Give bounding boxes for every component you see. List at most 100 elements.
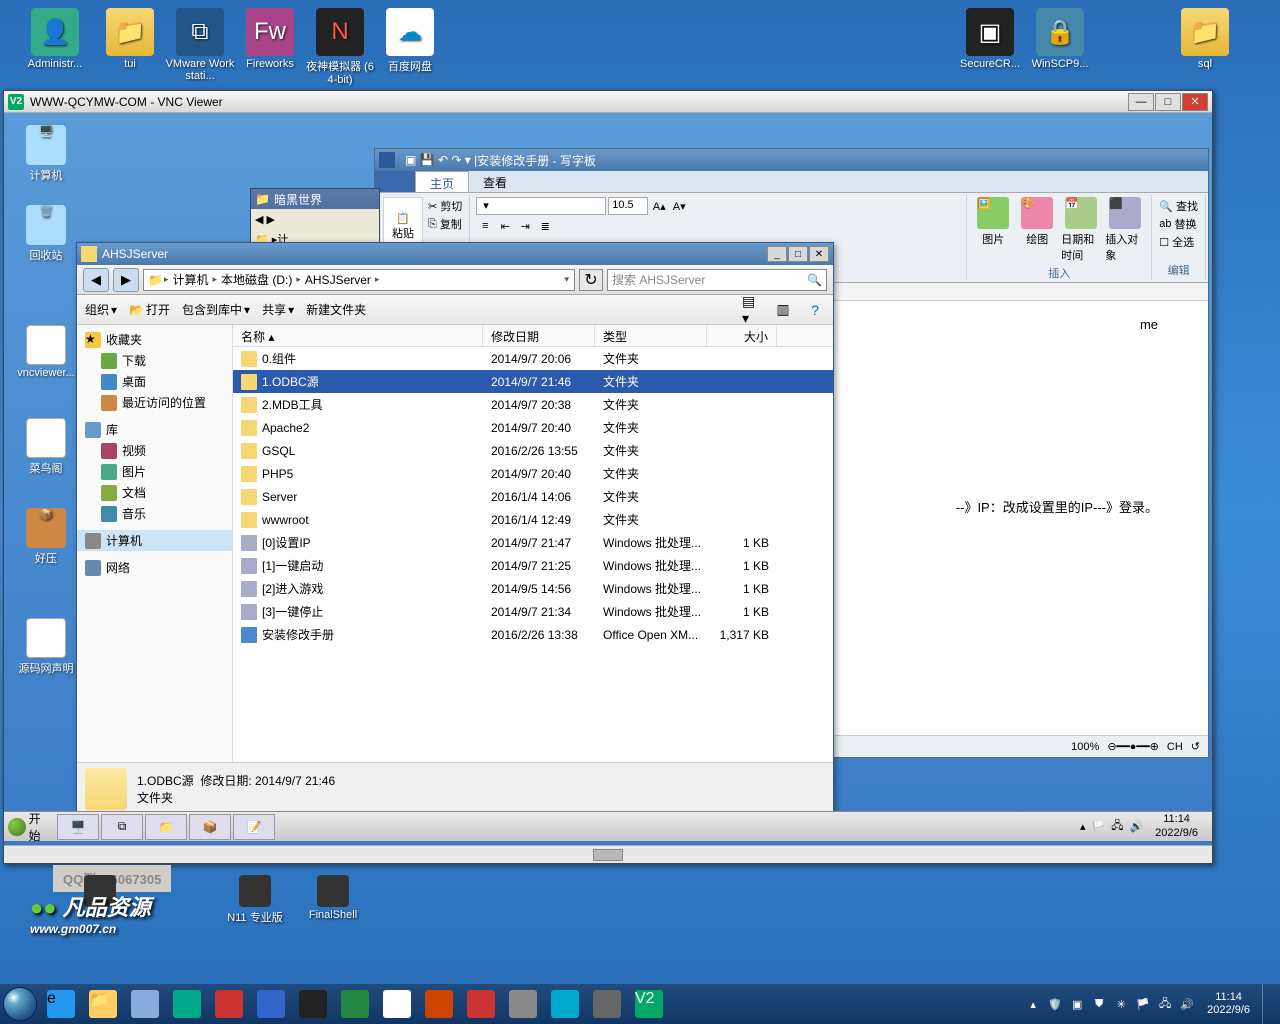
col-name[interactable]: 名称 ▴ xyxy=(233,325,483,346)
remote-tray-flag-icon[interactable]: 🏳️ xyxy=(1092,820,1106,833)
file-row[interactable]: 0.组件2014/9/7 20:06文件夹 xyxy=(233,347,833,370)
address-bar[interactable]: 📁▸ 计算机▸ 本地磁盘 (D:)▸ AHSJServer▸ ▾ xyxy=(143,269,575,291)
list-button[interactable]: ≡ xyxy=(476,217,494,235)
remote-clock[interactable]: 11:142022/9/6 xyxy=(1149,813,1204,839)
tray-flag-icon[interactable]: 🏳️ xyxy=(1135,996,1151,1012)
forward-button[interactable]: ▶ xyxy=(113,268,139,292)
insert-datetime-button[interactable]: 📅日期和时间 xyxy=(1061,197,1101,263)
exp-maximize-button[interactable]: □ xyxy=(788,246,808,262)
file-row[interactable]: 1.ODBC源2014/9/7 21:46文件夹 xyxy=(233,370,833,393)
file-list[interactable]: 0.组件2014/9/7 20:06文件夹1.ODBC源2014/9/7 21:… xyxy=(233,347,833,762)
file-row[interactable]: [1]一键启动2014/9/7 21:25Windows 批处理...1 KB xyxy=(233,554,833,577)
tray-icon-2[interactable]: ▣ xyxy=(1069,996,1085,1012)
desktop-icon-securecrt[interactable]: ▣SecureCR... xyxy=(955,8,1025,70)
back-button[interactable]: ◀ xyxy=(83,268,109,292)
remote-tray-up-icon[interactable]: ▴ xyxy=(1080,820,1086,833)
taskbar-explorer[interactable]: 📁 xyxy=(83,987,123,1021)
tab-home[interactable]: 主页 xyxy=(415,171,469,192)
taskbar-app11[interactable] xyxy=(587,987,627,1021)
indent-dec-button[interactable]: ⇤ xyxy=(496,217,514,235)
taskbar-app1[interactable] xyxy=(125,987,165,1021)
insert-object-button[interactable]: ⬛插入对象 xyxy=(1105,197,1145,263)
file-row[interactable]: [2]进入游戏2014/9/5 14:56Windows 批处理...1 KB xyxy=(233,577,833,600)
taskbar-vnc[interactable]: V2 xyxy=(629,987,669,1021)
task-icon-n11[interactable]: N11 专业版 xyxy=(220,875,290,925)
nav-libraries[interactable]: 库 xyxy=(77,419,232,440)
desktop-icon-sql[interactable]: 📁sql xyxy=(1170,8,1240,70)
file-row[interactable]: 2.MDB工具2014/9/7 20:38文件夹 xyxy=(233,393,833,416)
taskbar-app3[interactable] xyxy=(209,987,249,1021)
remote-task-1[interactable]: 🖥️ xyxy=(57,814,99,840)
file-row[interactable]: Server2016/1/4 14:06文件夹 xyxy=(233,485,833,508)
tray-up-icon[interactable]: ▴ xyxy=(1025,996,1041,1012)
refresh-button[interactable]: ↻ xyxy=(579,269,603,291)
nav-favorites[interactable]: ★收藏夹 xyxy=(77,329,232,350)
grow-font-button[interactable]: A▴ xyxy=(650,197,668,215)
taskbar-app6[interactable] xyxy=(377,987,417,1021)
open-button[interactable]: 📂 打开 xyxy=(129,301,170,318)
tray-icon-3[interactable]: ⛊ xyxy=(1091,996,1107,1012)
ime-indicator[interactable]: CH xyxy=(1167,741,1183,753)
insert-paint-button[interactable]: 🎨绘图 xyxy=(1017,197,1057,247)
include-button[interactable]: 包含到库中 ▾ xyxy=(182,301,250,318)
help-button[interactable]: ? xyxy=(805,300,825,320)
share-button[interactable]: 共享 ▾ xyxy=(262,301,294,318)
taskbar-app4[interactable] xyxy=(251,987,291,1021)
desktop-icon-tui[interactable]: 📁tui xyxy=(95,8,165,70)
copy-button[interactable]: ⎘ 复制 xyxy=(427,215,463,233)
preview-pane-button[interactable]: ▥ xyxy=(773,300,793,320)
col-type[interactable]: 类型 xyxy=(595,325,707,346)
file-row[interactable]: GSQL2016/2/26 13:55文件夹 xyxy=(233,439,833,462)
breadcrumb-disk[interactable]: 本地磁盘 (D:) xyxy=(218,271,295,288)
tray-icon-4[interactable]: ✳ xyxy=(1113,996,1129,1012)
breadcrumb-folder[interactable]: AHSJServer xyxy=(302,273,374,287)
find-button[interactable]: 🔍 查找 xyxy=(1158,197,1199,215)
file-row[interactable]: [3]一键停止2014/9/7 21:34Windows 批处理...1 KB xyxy=(233,600,833,623)
file-row[interactable]: [0]设置IP2014/9/7 21:47Windows 批处理...1 KB xyxy=(233,531,833,554)
wordpad-titlebar[interactable]: ▣ 💾 ↶ ↷ ▾ | 安装修改手册 - 写字板 xyxy=(375,149,1208,171)
nav-desktop[interactable]: 桌面 xyxy=(77,371,232,392)
clock[interactable]: 11:14 2022/9/6 xyxy=(1201,991,1256,1017)
nav-downloads[interactable]: 下载 xyxy=(77,350,232,371)
desktop-icon-admin[interactable]: 👤Administr... xyxy=(20,8,90,70)
nav-music[interactable]: 音乐 xyxy=(77,503,232,524)
file-row[interactable]: PHP52014/9/7 20:40文件夹 xyxy=(233,462,833,485)
shrink-font-button[interactable]: A▾ xyxy=(670,197,688,215)
remote-icon-cainiao[interactable]: 菜鸟阁 xyxy=(16,418,76,476)
remote-icon-haozip[interactable]: 📦好压 xyxy=(16,508,76,566)
desktop-icon-winscp[interactable]: 🔒WinSCP9... xyxy=(1025,8,1095,70)
font-size-select[interactable]: 10.5 xyxy=(608,197,648,215)
replace-button[interactable]: ab 替换 xyxy=(1158,215,1199,233)
remote-icon-recycle[interactable]: 🗑️回收站 xyxy=(16,205,76,263)
desktop-icon-baidu[interactable]: ☁百度网盘 xyxy=(375,8,445,74)
nav-pictures[interactable]: 图片 xyxy=(77,461,232,482)
file-row[interactable]: Apache22014/9/7 20:40文件夹 xyxy=(233,416,833,439)
exp-minimize-button[interactable]: _ xyxy=(767,246,787,262)
file-row[interactable]: wwwroot2016/1/4 12:49文件夹 xyxy=(233,508,833,531)
indent-inc-button[interactable]: ⇥ xyxy=(516,217,534,235)
taskbar-app9[interactable] xyxy=(503,987,543,1021)
col-size[interactable]: 大小 xyxy=(707,325,777,346)
zoom-level[interactable]: 100% xyxy=(1071,741,1099,753)
vnc-titlebar[interactable]: V2 WWW-QCYMW-COM - VNC Viewer — □ ✕ xyxy=(4,91,1212,113)
remote-start-button[interactable]: 开始 xyxy=(4,812,56,841)
new-folder-button[interactable]: 新建文件夹 xyxy=(306,301,366,318)
remote-tray-net-icon[interactable]: 🖧 xyxy=(1111,817,1123,836)
remote-task-4[interactable]: 📦 xyxy=(189,814,231,840)
taskbar-app5[interactable] xyxy=(335,987,375,1021)
nav-recent[interactable]: 最近访问的位置 xyxy=(77,392,232,413)
desktop-icon-fireworks[interactable]: FwFireworks xyxy=(235,8,305,70)
start-button[interactable] xyxy=(0,984,40,1024)
nav-videos[interactable]: 视频 xyxy=(77,440,232,461)
desktop-icon-nox[interactable]: N夜神模拟器 (64-bit) xyxy=(305,8,375,86)
desktop-icon-vmware[interactable]: ⧉VMware Workstati... xyxy=(165,8,235,82)
breadcrumb-computer[interactable]: 计算机 xyxy=(169,271,211,288)
taskbar-app10[interactable] xyxy=(545,987,585,1021)
remote-tray-vol-icon[interactable]: 🔊 xyxy=(1129,820,1143,833)
tray-icon-1[interactable]: 🛡️ xyxy=(1047,996,1063,1012)
taskbar-app2[interactable] xyxy=(167,987,207,1021)
vnc-hscrollbar[interactable] xyxy=(4,845,1212,863)
organize-button[interactable]: 组织 ▾ xyxy=(85,301,117,318)
remote-task-2[interactable]: ⧉ xyxy=(101,814,143,840)
insert-picture-button[interactable]: 🖼️图片 xyxy=(973,197,1013,247)
